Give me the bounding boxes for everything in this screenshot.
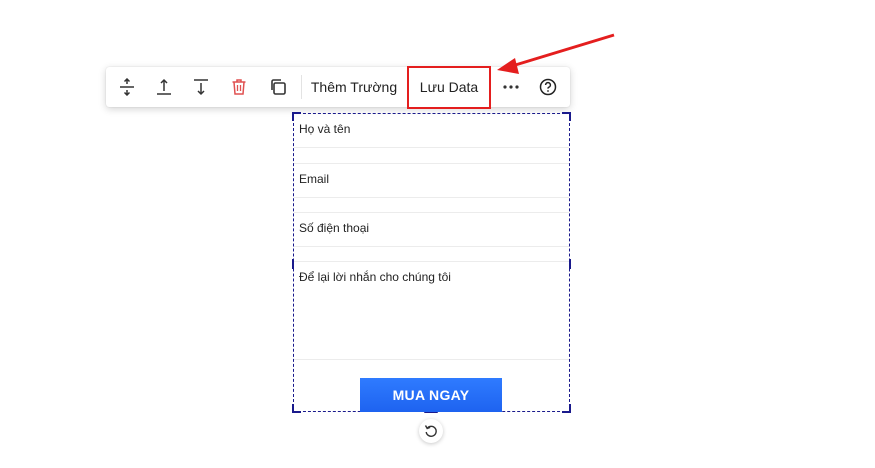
email-field-placeholder: Email	[299, 172, 330, 186]
resize-corner-handle[interactable]	[562, 404, 571, 413]
move-up-button[interactable]	[145, 67, 183, 107]
name-field[interactable]: Họ và tên	[294, 114, 569, 148]
phone-field-placeholder: Số điện thoại	[299, 221, 370, 235]
move-down-button[interactable]	[182, 67, 220, 107]
email-field[interactable]: Email	[294, 163, 569, 198]
phone-field[interactable]: Số điện thoại	[294, 212, 569, 247]
name-field-placeholder: Họ và tên	[299, 122, 351, 136]
rotate-button[interactable]	[419, 419, 443, 443]
duplicate-button[interactable]	[259, 67, 297, 107]
add-field-label: Thêm Trường	[310, 79, 398, 95]
resize-corner-handle[interactable]	[292, 404, 301, 413]
more-icon	[503, 85, 519, 89]
message-field-placeholder: Để lại lời nhắn cho chúng tôi	[299, 270, 451, 284]
rotate-icon	[424, 425, 437, 437]
resize-side-handle[interactable]	[569, 259, 571, 269]
help-icon	[539, 78, 557, 96]
trash-icon	[232, 79, 246, 95]
move-down-icon	[194, 79, 208, 96]
buy-now-label: MUA NGAY	[392, 387, 470, 403]
move-up-icon	[157, 78, 171, 95]
help-button[interactable]	[529, 67, 567, 107]
move-between-icon	[120, 78, 134, 96]
move-between-button[interactable]	[108, 67, 146, 107]
duplicate-icon	[271, 79, 286, 95]
annotation-highlight-box	[407, 66, 491, 109]
buy-now-button[interactable]: MUA NGAY	[360, 378, 502, 412]
add-field-button[interactable]: Thêm Trường	[302, 67, 406, 107]
more-button[interactable]	[492, 67, 530, 107]
message-field[interactable]: Để lại lời nhắn cho chúng tôi	[294, 261, 569, 360]
element-toolbar: Thêm Trường Lưu Data	[106, 67, 570, 107]
form-selection-frame[interactable]: Họ và tên Email Số điện thoại Để lại lời…	[292, 112, 571, 413]
delete-button[interactable]	[220, 67, 258, 107]
